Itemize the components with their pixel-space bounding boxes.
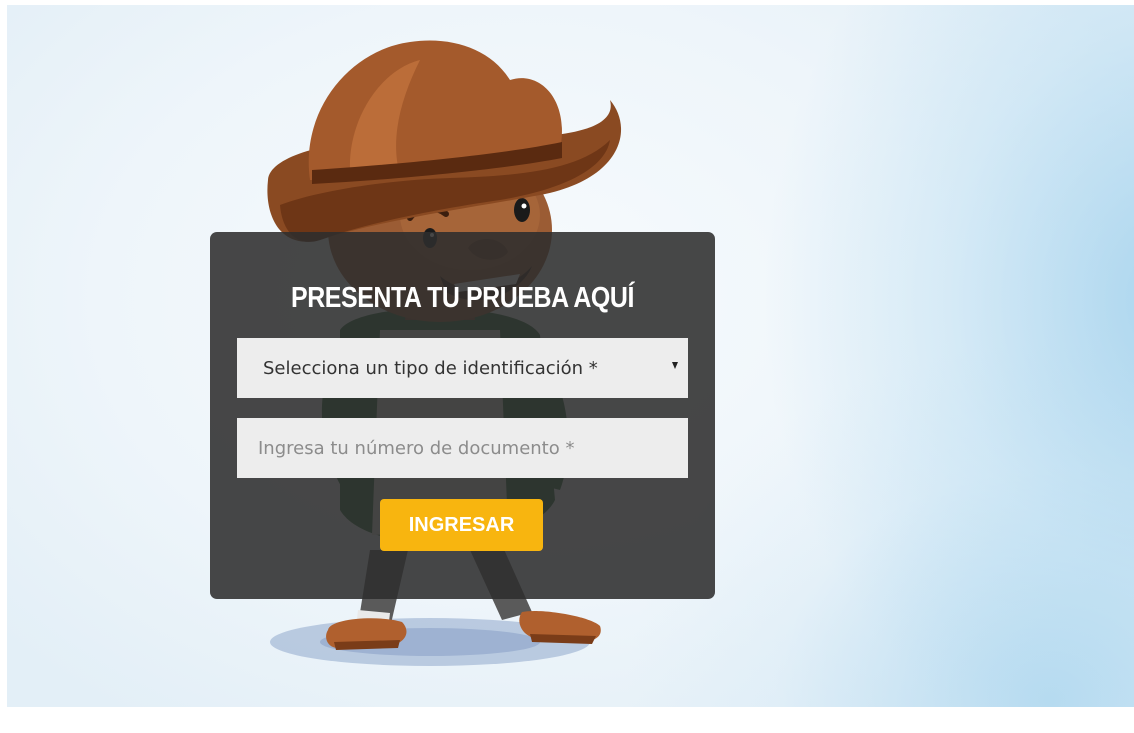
card-title: PRESENTA TU PRUEBA AQUÍ: [290, 282, 634, 314]
left-border: [0, 0, 7, 733]
id-type-select[interactable]: Selecciona un tipo de identificación *: [237, 338, 688, 398]
bottom-border: [0, 707, 1134, 733]
submit-button[interactable]: INGRESAR: [380, 499, 543, 551]
login-card: PRESENTA TU PRUEBA AQUÍ Selecciona un ti…: [210, 232, 715, 599]
id-type-select-value: Selecciona un tipo de identificación *: [263, 358, 598, 379]
chevron-down-icon: [672, 362, 678, 369]
top-border: [0, 0, 1134, 5]
document-number-input[interactable]: [237, 418, 688, 478]
